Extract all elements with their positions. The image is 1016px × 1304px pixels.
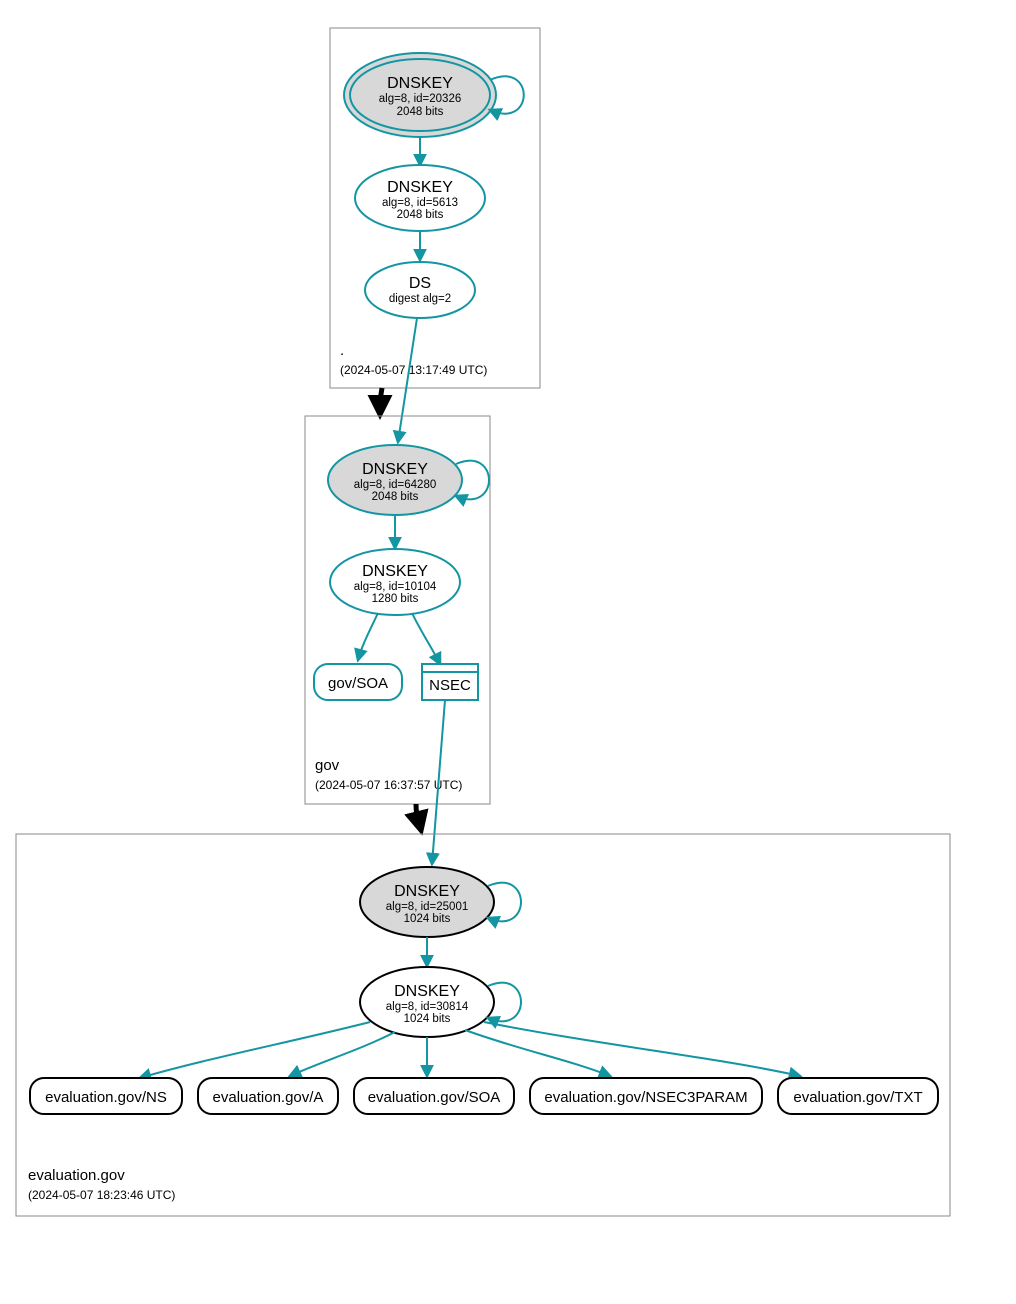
svg-text:DNSKEY: DNSKEY xyxy=(387,179,453,196)
node-target-rr-ns: evaluation.gov/NS xyxy=(30,1078,182,1114)
node-gov-dnskey-zsk: DNSKEY alg=8, id=10104 1280 bits xyxy=(330,549,460,615)
svg-text:alg=8, id=10104: alg=8, id=10104 xyxy=(354,581,437,593)
svg-text:DNSKEY: DNSKEY xyxy=(387,75,453,92)
node-target-dnskey-zsk: DNSKEY alg=8, id=30814 1024 bits xyxy=(360,967,494,1037)
svg-text:DNSKEY: DNSKEY xyxy=(362,461,428,478)
node-root-ds: DS digest alg=2 xyxy=(365,262,475,318)
svg-text:evaluation.gov/SOA: evaluation.gov/SOA xyxy=(368,1089,501,1106)
svg-text:1024 bits: 1024 bits xyxy=(404,1013,451,1025)
edge-gov-zsk-soa xyxy=(358,613,378,660)
edge-root-to-gov-deleg xyxy=(380,388,382,410)
svg-text:1024 bits: 1024 bits xyxy=(404,913,451,925)
svg-text:alg=8, id=25001: alg=8, id=25001 xyxy=(386,901,469,913)
svg-text:DNSKEY: DNSKEY xyxy=(362,563,428,580)
edge-target-zsk-nsec3p xyxy=(465,1030,610,1076)
dnssec-graph: . (2024-05-07 13:17:49 UTC) DNSKEY alg=8… xyxy=(0,0,1016,1304)
svg-text:alg=8, id=30814: alg=8, id=30814 xyxy=(386,1001,469,1013)
svg-text:2048 bits: 2048 bits xyxy=(397,209,444,221)
svg-text:DNSKEY: DNSKEY xyxy=(394,983,460,1000)
svg-text:evaluation.gov/NSEC3PARAM: evaluation.gov/NSEC3PARAM xyxy=(544,1089,747,1106)
node-gov-nsec: NSEC xyxy=(422,664,478,700)
svg-text:evaluation.gov/NS: evaluation.gov/NS xyxy=(45,1089,167,1106)
node-target-dnskey-ksk: DNSKEY alg=8, id=25001 1024 bits xyxy=(360,867,494,937)
edge-target-zsk-ns xyxy=(140,1022,370,1078)
edge-gov-to-target-deleg xyxy=(416,804,420,826)
node-target-rr-a: evaluation.gov/A xyxy=(198,1078,338,1114)
svg-text:DS: DS xyxy=(409,275,431,292)
node-gov-dnskey-ksk: DNSKEY alg=8, id=64280 2048 bits xyxy=(328,445,462,515)
svg-text:2048 bits: 2048 bits xyxy=(397,106,444,118)
zone-gov-label: gov xyxy=(315,757,340,774)
svg-text:gov/SOA: gov/SOA xyxy=(328,675,388,692)
svg-text:alg=8, id=5613: alg=8, id=5613 xyxy=(382,197,458,209)
svg-text:alg=8, id=20326: alg=8, id=20326 xyxy=(379,93,462,105)
zone-target-label: evaluation.gov xyxy=(28,1167,125,1184)
svg-text:2048 bits: 2048 bits xyxy=(372,491,419,503)
svg-text:DNSKEY: DNSKEY xyxy=(394,883,460,900)
svg-text:alg=8, id=64280: alg=8, id=64280 xyxy=(354,479,437,491)
zone-root-label: . xyxy=(340,342,344,359)
svg-text:1280 bits: 1280 bits xyxy=(372,593,419,605)
node-target-rr-soa: evaluation.gov/SOA xyxy=(354,1078,514,1114)
svg-text:digest alg=2: digest alg=2 xyxy=(389,293,451,305)
zone-target-ts: (2024-05-07 18:23:46 UTC) xyxy=(28,1188,175,1202)
node-root-dnskey-ksk: DNSKEY alg=8, id=20326 2048 bits xyxy=(344,53,496,137)
node-target-rr-nsec3param: evaluation.gov/NSEC3PARAM xyxy=(530,1078,762,1114)
node-root-dnskey-zsk: DNSKEY alg=8, id=5613 2048 bits xyxy=(355,165,485,231)
edge-target-zsk-txt xyxy=(484,1022,800,1076)
svg-text:NSEC: NSEC xyxy=(429,677,471,694)
edge-target-zsk-a xyxy=(290,1032,395,1076)
node-target-rr-txt: evaluation.gov/TXT xyxy=(778,1078,938,1114)
node-gov-soa: gov/SOA xyxy=(314,664,402,700)
zone-gov-ts: (2024-05-07 16:37:57 UTC) xyxy=(315,778,462,792)
svg-text:evaluation.gov/TXT: evaluation.gov/TXT xyxy=(793,1089,922,1106)
edge-gov-zsk-nsec xyxy=(412,613,440,664)
zone-root-ts: (2024-05-07 13:17:49 UTC) xyxy=(340,363,487,377)
edge-root-ds-gov-ksk xyxy=(398,318,417,442)
svg-text:evaluation.gov/A: evaluation.gov/A xyxy=(213,1089,324,1106)
